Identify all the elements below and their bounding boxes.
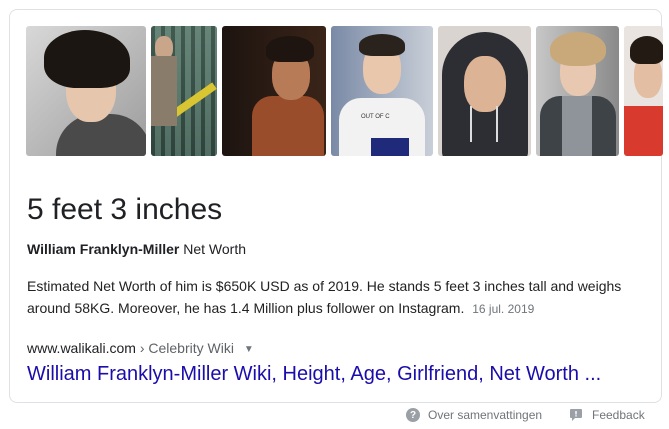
featured-answer: 5 feet 3 inches	[27, 193, 223, 226]
result-title-link[interactable]: William Franklyn-Miller Wiki, Height, Ag…	[27, 361, 601, 387]
source-menu-caret-icon[interactable]: ▼	[244, 344, 254, 355]
image-portrait-6[interactable]	[536, 26, 619, 156]
shirt-print: OUT OF C	[361, 114, 390, 120]
feedback-link[interactable]: Feedback	[570, 408, 645, 422]
about-snippets-link[interactable]: ? Over samenvattingen	[406, 408, 542, 422]
image-portrait-3[interactable]	[222, 26, 326, 156]
subtitle-suffix: Net Worth	[183, 241, 247, 257]
source-domain: www.walikali.com	[27, 340, 136, 356]
subtitle-entity: William Franklyn-Miller	[27, 241, 180, 257]
source-citation: www.walikali.com › Celebrity Wiki ▼	[27, 340, 254, 356]
source-breadcrumb: › Celebrity Wiki	[139, 340, 234, 356]
image-portrait-5[interactable]	[438, 26, 531, 156]
about-snippets-label: Over samenvattingen	[428, 408, 543, 422]
image-portrait-1[interactable]	[26, 26, 146, 156]
snippet-text: Estimated Net Worth of him is $650K USD …	[27, 275, 652, 320]
feedback-flag-icon	[570, 408, 584, 422]
feedback-label: Feedback	[592, 408, 645, 422]
image-portrait-4[interactable]: OUT OF C	[331, 26, 433, 156]
image-portrait-7[interactable]	[624, 26, 663, 156]
snippet-date: 16 jul. 2019	[472, 302, 535, 316]
question-icon: ?	[406, 408, 420, 422]
answer-subtitle: William Franklyn-Miller Net Worth	[27, 241, 246, 257]
snippet-footer: ? Over samenvattingen Feedback	[0, 408, 669, 426]
featured-snippet-card: OUT OF C 5 feet 3 inches William Frankly…	[9, 9, 663, 403]
image-portrait-2[interactable]	[151, 26, 217, 156]
image-strip: OUT OF C	[26, 26, 663, 156]
